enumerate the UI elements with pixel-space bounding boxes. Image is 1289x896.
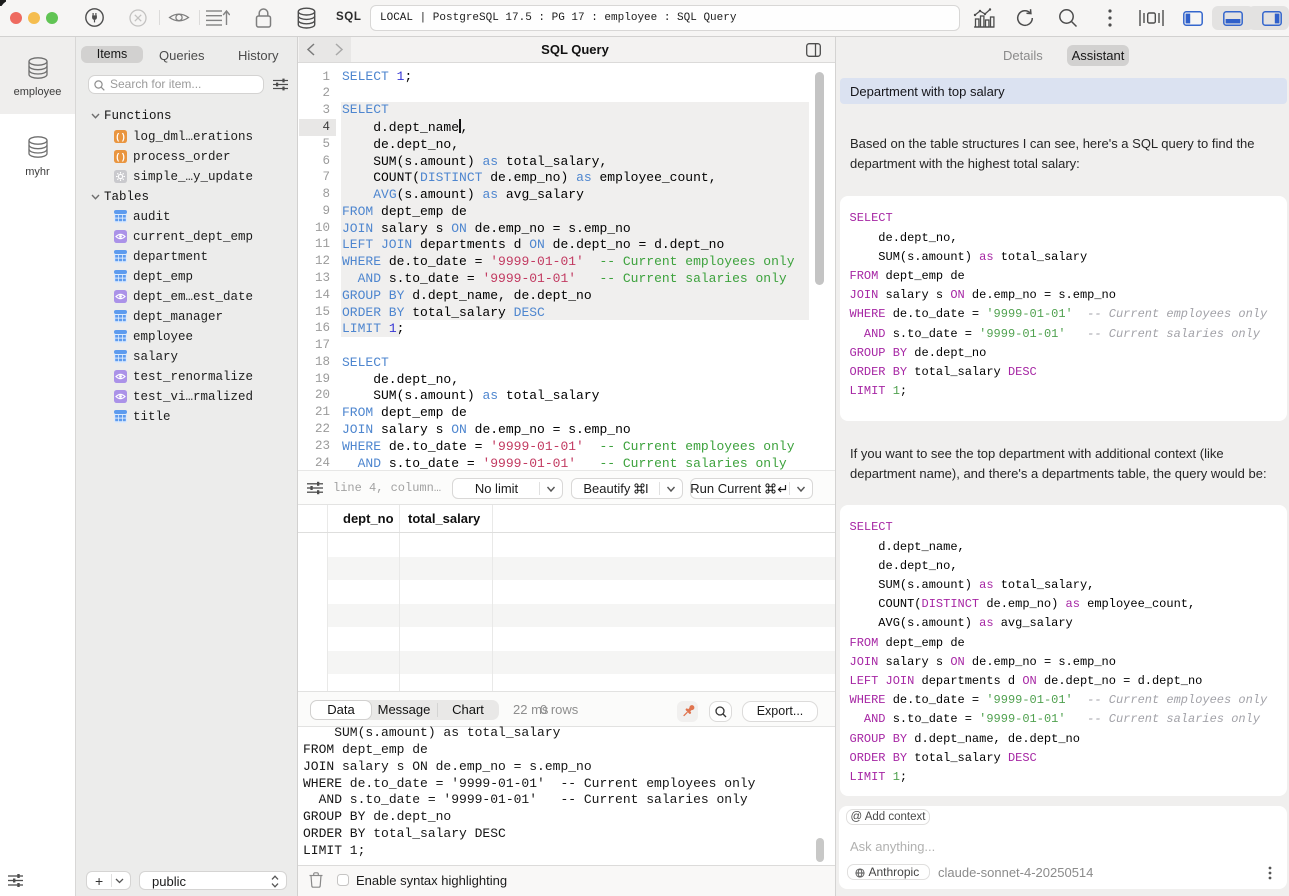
svg-text:(): ()	[115, 133, 126, 143]
svg-text:(): ()	[115, 153, 126, 163]
